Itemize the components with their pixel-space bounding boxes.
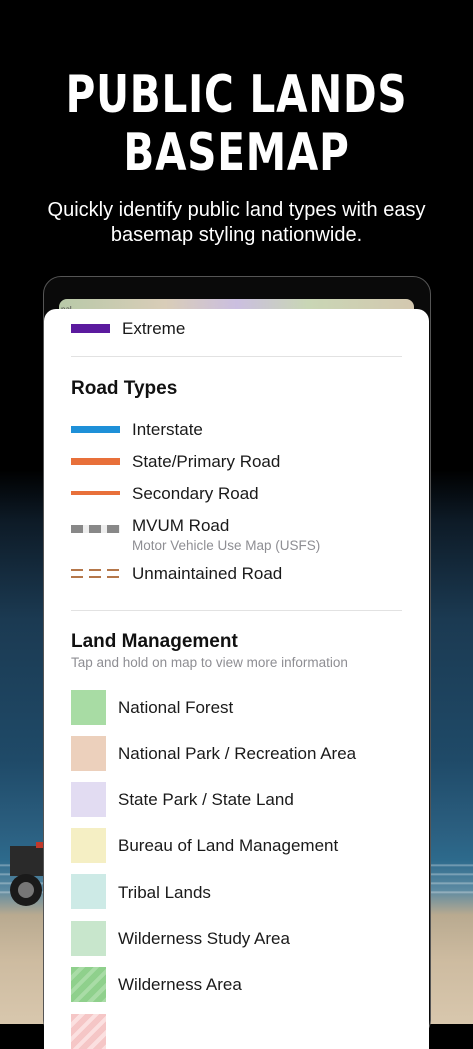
legend-item-unmaintained-road: Unmaintained Road [132,564,283,583]
legend-item-extreme: Extreme [122,319,186,338]
legend-item-mvum-road: MVUM Road [132,516,230,535]
page-subtitle: Quickly identify public land types with … [47,199,426,246]
legend-item-mvum-sublabel: Motor Vehicle Use Map (USFS) [132,538,321,553]
divider [71,610,402,611]
mvum-road-line-icon [71,525,120,533]
legend-item-tribal-lands: Tribal Lands [118,883,211,902]
legend-item-interstate: Interstate [132,420,203,439]
legend-item-national-park: National Park / Recreation Area [118,744,357,763]
partial-swatch [71,1014,106,1049]
national-forest-swatch [71,690,106,725]
legend-item-state-road: State/Primary Road [132,452,281,471]
page-title: PUBLIC LANDS BASEMAP [65,65,408,183]
legend-item-wilderness-study: Wilderness Study Area [118,929,290,948]
state-road-line-icon [71,458,120,465]
national-park-swatch [71,736,106,771]
legend-item-state-park: State Park / State Land [118,790,294,809]
legend-item-secondary-road: Secondary Road [132,484,259,503]
land-management-title: Land Management [71,631,238,652]
vehicle-image [10,842,46,906]
legend-item-national-forest: National Forest [118,698,234,717]
legend-item-blm: Bureau of Land Management [118,836,339,855]
legend-item-wilderness-area: Wilderness Area [118,975,242,994]
secondary-road-line-icon [71,491,120,495]
legend-sheet[interactable]: Extreme Road Types Interstate State/Prim… [44,309,429,1049]
road-types-title: Road Types [71,378,178,399]
tribal-lands-swatch [71,874,106,909]
wilderness-study-swatch [71,921,106,956]
state-park-swatch [71,782,106,817]
interstate-line-icon [71,426,120,433]
land-management-subtitle: Tap and hold on map to view more informa… [71,655,348,670]
wilderness-area-swatch [71,967,106,1002]
unmaintained-road-line-icon [71,569,120,578]
extreme-swatch [71,324,110,333]
blm-swatch [71,828,106,863]
divider [71,356,402,357]
